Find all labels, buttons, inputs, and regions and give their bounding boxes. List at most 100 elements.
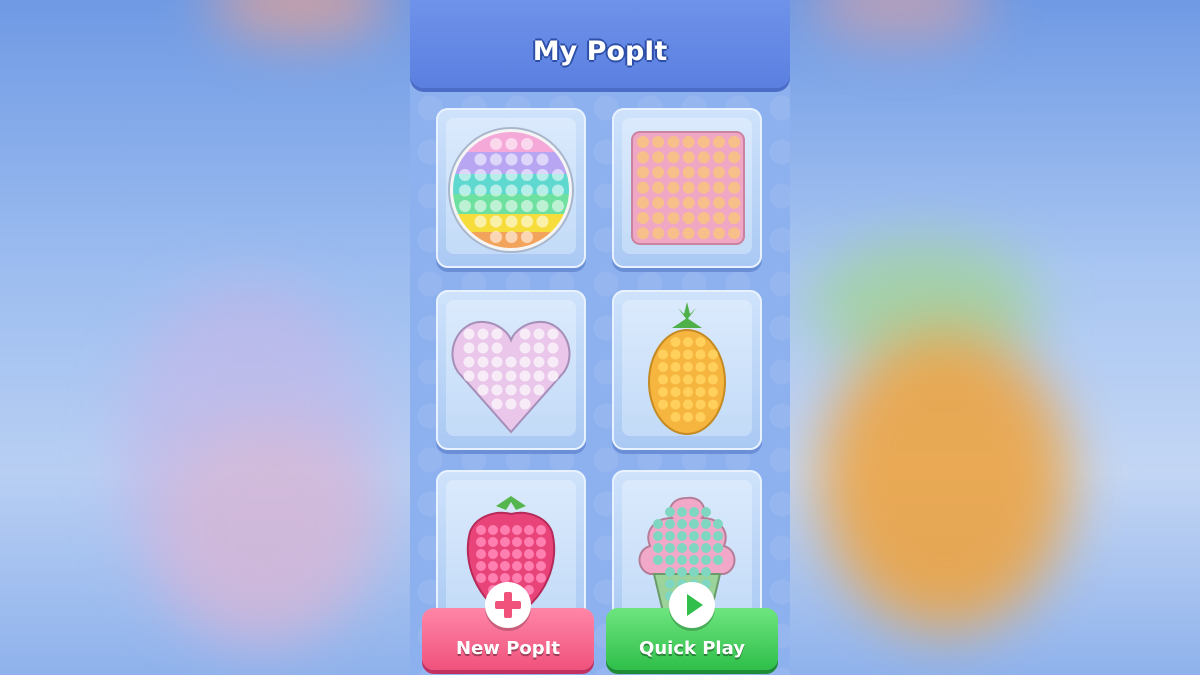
bubble (491, 356, 503, 368)
bubble (521, 231, 533, 243)
bubble (713, 519, 723, 529)
bubble (477, 328, 489, 340)
bubble (536, 561, 546, 571)
bubble (708, 349, 718, 360)
bubble (689, 567, 699, 577)
bubble (505, 370, 517, 382)
bubble (490, 184, 502, 197)
bubble (488, 561, 498, 571)
bubble (524, 537, 534, 547)
bubble (697, 196, 710, 209)
bubble (488, 549, 498, 559)
bubble (708, 374, 718, 385)
bubble (637, 166, 649, 179)
bubble (683, 412, 693, 422)
bubble (512, 561, 522, 571)
bubble (505, 384, 517, 396)
bubble (637, 136, 649, 148)
bubble (524, 561, 534, 571)
popit-card-square-pink[interactable] (612, 108, 762, 268)
bubble (547, 328, 559, 340)
bubble (477, 384, 489, 396)
bubble (683, 399, 693, 410)
heart-pastel-popit-icon (451, 320, 571, 434)
bubble (713, 196, 725, 209)
bubble (728, 181, 741, 194)
bubble (491, 328, 503, 340)
bubble (713, 181, 725, 194)
bubble (505, 200, 518, 212)
bubble (533, 384, 545, 396)
bubble (695, 337, 706, 347)
popit-card-round-rainbow[interactable] (436, 108, 586, 268)
popit-card-pineapple[interactable] (612, 290, 762, 450)
bubble (683, 349, 693, 360)
bubble (533, 370, 545, 382)
bubble (695, 362, 706, 372)
bubble (670, 337, 681, 347)
bubble (476, 537, 486, 547)
bubble (490, 231, 502, 243)
bubble (463, 328, 475, 340)
bubble (653, 543, 663, 553)
bubble (459, 184, 471, 197)
bubble (488, 537, 498, 547)
bubble (667, 227, 680, 240)
bubble (713, 136, 725, 148)
bubble (521, 184, 533, 197)
bubble (665, 567, 675, 577)
bubble (491, 398, 503, 410)
bubble (713, 166, 725, 179)
bubble (491, 384, 503, 396)
blurred-background-right (790, 0, 1200, 675)
bubble (536, 153, 549, 166)
bubble (652, 151, 665, 164)
bubble (505, 169, 518, 181)
bubble (658, 374, 668, 385)
bubble (463, 342, 475, 354)
bubble (713, 212, 725, 224)
bubble (505, 231, 518, 243)
bubble (476, 561, 486, 571)
bubble (683, 337, 693, 347)
bubble (653, 519, 663, 529)
bubble (459, 200, 471, 212)
bubble (477, 342, 489, 354)
bubble (637, 181, 649, 194)
bubble (505, 138, 518, 150)
bubble (533, 342, 545, 354)
bubble (652, 227, 665, 240)
bubble (697, 166, 710, 179)
bubble (521, 138, 533, 150)
bubble (677, 519, 687, 529)
bubble (683, 374, 693, 385)
bubble (547, 342, 559, 354)
new-popit-button[interactable]: New PopIt (422, 582, 594, 670)
bubble (500, 525, 510, 535)
bubble (670, 412, 681, 422)
bubble (701, 531, 711, 541)
bubble (521, 215, 533, 228)
bubble (667, 151, 680, 164)
bubble (547, 356, 559, 368)
bubble (667, 212, 680, 224)
bubble (533, 328, 545, 340)
bubble (490, 153, 502, 166)
bubble (667, 181, 680, 194)
popit-card-heart[interactable] (436, 290, 586, 450)
bubble (474, 200, 487, 212)
bubble (524, 549, 534, 559)
bubble (490, 215, 502, 228)
bubble (697, 181, 710, 194)
bubble (708, 387, 718, 397)
bubble (695, 387, 706, 397)
bubble (512, 537, 522, 547)
bubble (682, 196, 695, 209)
bubble (677, 555, 687, 565)
bubble (637, 151, 649, 164)
bubble (477, 370, 489, 382)
quick-play-button[interactable]: Quick Play (606, 582, 778, 670)
bubble (665, 507, 675, 517)
square-pink-popit-icon (631, 131, 745, 245)
bubble (652, 212, 665, 224)
